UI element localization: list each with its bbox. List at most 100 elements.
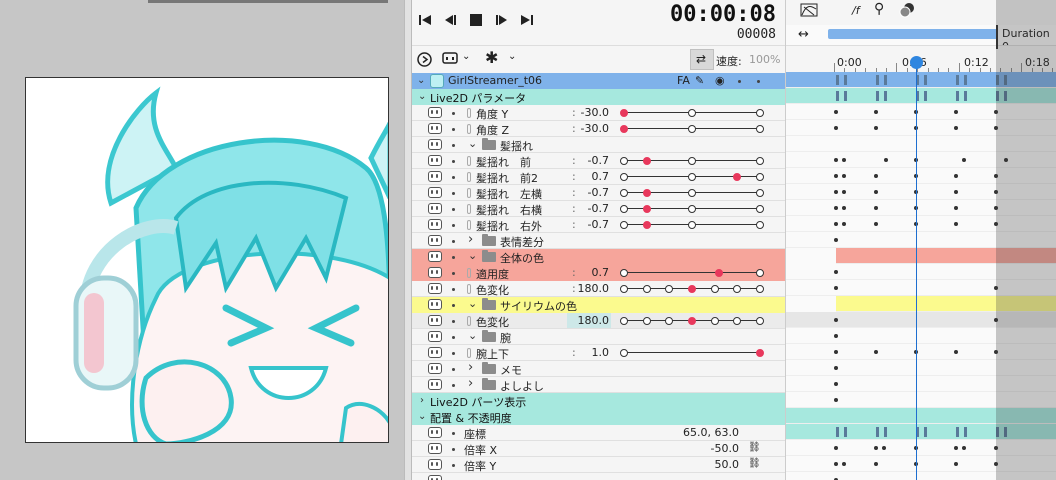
keyframe-dot[interactable] (834, 398, 838, 402)
slider-key-point[interactable] (688, 317, 696, 325)
pane-splitter[interactable] (404, 0, 412, 480)
keyframe-dot[interactable] (834, 446, 838, 450)
folder-row[interactable]: ⌄ 全体の色 (412, 249, 785, 265)
param-value[interactable]: -0.7 (588, 202, 609, 215)
visibility-toggle-icon[interactable] (428, 155, 442, 166)
keyframe-toggle-icon[interactable] (452, 448, 455, 451)
keyframe-toggle-icon[interactable] (452, 160, 455, 163)
camera-icon[interactable] (442, 52, 458, 66)
keyframe-toggle-icon[interactable] (452, 272, 455, 275)
expand-chevron-icon[interactable]: › (468, 232, 473, 247)
placement-row-partial[interactable] (412, 473, 785, 480)
slider-key-point[interactable] (715, 269, 724, 277)
slider-key-point[interactable] (688, 109, 696, 117)
param-row[interactable]: 色変化:180.0 (412, 281, 785, 297)
keyframe-dot[interactable] (954, 190, 958, 194)
keyframe-bar[interactable] (876, 91, 879, 101)
chain-link-icon[interactable]: ⛓ (748, 458, 761, 469)
timeline-track[interactable] (786, 360, 1056, 376)
timeline-track[interactable] (786, 472, 1056, 480)
slider-key-point[interactable] (620, 221, 628, 229)
param-slider[interactable] (620, 105, 764, 121)
slider-key-point[interactable] (756, 125, 764, 133)
link-icon[interactable] (467, 108, 471, 118)
slider-key-point[interactable] (688, 189, 696, 197)
param-row[interactable]: 適用度: 0.7 (412, 265, 785, 281)
keyframe-bar[interactable] (924, 91, 927, 101)
keyframe-bar[interactable] (884, 75, 887, 85)
timeline-track[interactable] (786, 136, 1056, 152)
duration-bar[interactable]: ↔ Duration 0 (786, 25, 1056, 53)
slider-key-point[interactable] (643, 317, 652, 325)
keyframe-bar[interactable] (956, 427, 959, 437)
timeline-track[interactable] (786, 392, 1056, 408)
slider-key-point[interactable] (620, 125, 628, 133)
slider-key-point[interactable] (620, 109, 628, 117)
preview-scrollbar[interactable] (148, 0, 388, 3)
timeline-track[interactable] (786, 376, 1056, 392)
link-icon[interactable] (467, 156, 471, 166)
keyframe-dot[interactable] (994, 286, 998, 290)
end-marker[interactable] (996, 25, 998, 49)
slider-key-point[interactable] (688, 157, 696, 165)
keyframe-bar[interactable] (964, 91, 967, 101)
param-value[interactable]: -30.0 (581, 106, 609, 119)
collapse-chevron-icon[interactable]: ⌄ (468, 137, 477, 150)
keyframe-dot[interactable] (834, 158, 838, 162)
keyframe-toggle-icon[interactable] (738, 80, 741, 83)
visibility-toggle-icon[interactable] (428, 347, 442, 358)
skip-to-end-icon[interactable] (520, 13, 534, 27)
slider-key-point[interactable] (620, 173, 628, 181)
visibility-toggle-icon[interactable] (428, 315, 442, 326)
slider-key-point[interactable] (620, 269, 628, 277)
slider-key-point[interactable] (756, 157, 764, 165)
slider-key-point[interactable] (620, 317, 628, 325)
keyframe-dot[interactable] (834, 174, 838, 178)
slider-key-point[interactable] (711, 317, 720, 325)
keyframe-dot[interactable] (834, 366, 838, 370)
timeline-track[interactable] (786, 168, 1056, 184)
param-value[interactable]: 0.7 (592, 170, 610, 183)
param-value[interactable]: -0.7 (588, 186, 609, 199)
slider-key-point[interactable] (643, 189, 652, 197)
graph-editor-icon[interactable] (800, 3, 818, 17)
param-row[interactable]: 髪揺れ 前: -0.7 (412, 153, 785, 169)
keyframe-toggle-icon[interactable] (452, 464, 455, 467)
visibility-toggle-icon[interactable] (428, 203, 442, 214)
param-slider[interactable] (620, 217, 764, 233)
stop-icon[interactable] (469, 13, 483, 27)
folder-row[interactable]: › 表情差分 (412, 232, 785, 249)
keyframe-bar[interactable] (844, 75, 847, 85)
eye-icon[interactable]: ◉ (715, 74, 725, 87)
link-icon[interactable] (467, 348, 471, 358)
folder-row[interactable]: ⌄ サイリウムの色 (412, 297, 785, 313)
timeline-track[interactable] (786, 424, 1056, 440)
keyframe-dot[interactable] (994, 446, 998, 450)
edit-pencil-icon[interactable]: ✎ (695, 74, 704, 87)
slider-key-point[interactable] (643, 157, 652, 165)
expand-chevron-icon[interactable]: › (468, 360, 473, 375)
param-row[interactable]: 角度 Z: -30.0 (412, 121, 785, 137)
visibility-toggle-icon[interactable] (428, 107, 442, 118)
keyframe-toggle-icon[interactable] (452, 384, 455, 387)
keyframe-dot[interactable] (954, 110, 958, 114)
folder-row[interactable]: › よしよし (412, 376, 785, 393)
keyframe-dot[interactable] (994, 110, 998, 114)
keyframe-bar[interactable] (844, 427, 847, 437)
timeline-track[interactable] (786, 344, 1056, 360)
slider-key-point[interactable] (664, 317, 673, 325)
slider-key-point[interactable] (620, 189, 628, 197)
param-row[interactable]: 腕上下: 1.0 (412, 345, 785, 361)
keyframe-dot[interactable] (874, 174, 878, 178)
keyframe-bar[interactable] (836, 91, 839, 101)
timeline-track[interactable] (786, 200, 1056, 216)
slider-key-point[interactable] (688, 285, 696, 293)
visibility-toggle-icon[interactable] (428, 187, 442, 198)
playhead-line[interactable] (916, 58, 917, 480)
slider-key-point[interactable] (756, 285, 764, 293)
keyframe-dot[interactable] (954, 446, 958, 450)
timeline-track[interactable] (786, 328, 1056, 344)
keyframe-toggle-icon[interactable] (452, 304, 455, 307)
slider-key-point[interactable] (620, 157, 628, 165)
timeline-track[interactable] (786, 72, 1056, 88)
